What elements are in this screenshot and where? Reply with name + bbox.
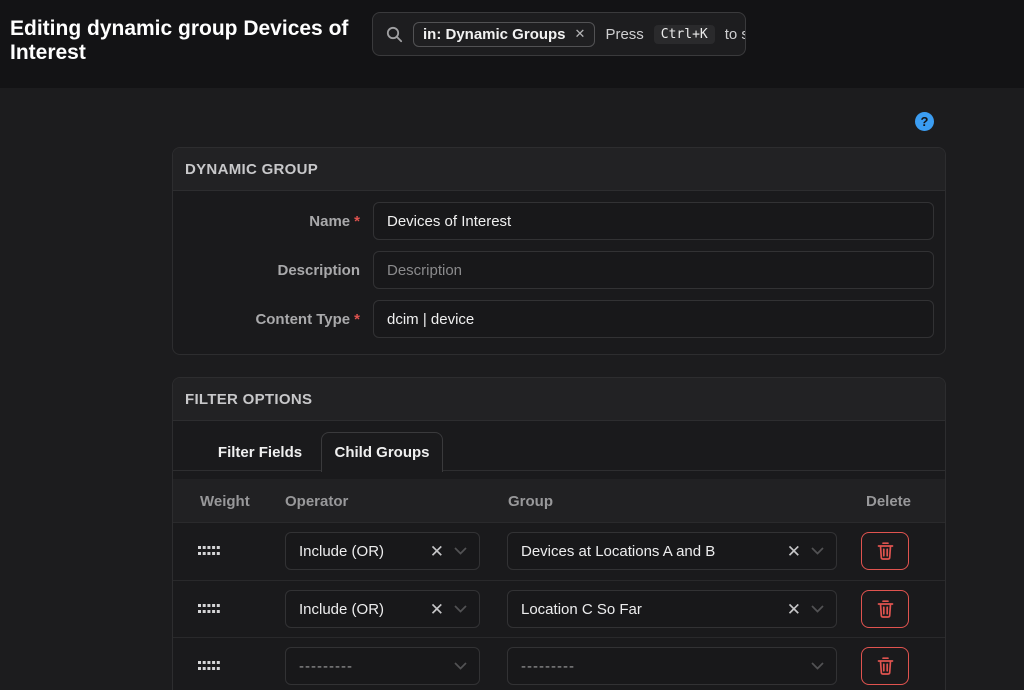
chevron-down-icon[interactable] — [811, 605, 824, 613]
search-icon — [386, 26, 403, 43]
page-title: Editing dynamic group Devices of Interes… — [10, 17, 366, 64]
search-filter-tag[interactable]: in: Dynamic Groups ✕ — [413, 22, 595, 47]
clear-selection-icon[interactable]: ✕ — [430, 601, 444, 618]
group-select[interactable]: --------- — [507, 647, 837, 685]
dynamic-group-panel-title: DYNAMIC GROUP — [173, 148, 945, 191]
drag-handle-icon[interactable] — [198, 661, 220, 672]
delete-row-button[interactable] — [861, 532, 909, 570]
help-icon[interactable]: ? — [915, 112, 934, 131]
content-type-label: Content Type* — [173, 311, 373, 328]
trash-icon — [876, 656, 895, 676]
ctrl-k-shortcut-badge: Ctrl+K — [654, 25, 715, 44]
operator-select-value: Include (OR) — [299, 601, 430, 618]
child-groups-table-header: Weight Operator Group Delete — [173, 479, 945, 523]
group-select-placeholder: --------- — [521, 658, 811, 675]
operator-select[interactable]: Include (OR) ✕ — [285, 532, 480, 570]
clear-selection-icon[interactable]: ✕ — [787, 543, 801, 560]
group-select-value: Location C So Far — [521, 601, 787, 618]
dynamic-group-form: Name* Description Content Type* — [173, 191, 945, 355]
content-type-input[interactable] — [373, 300, 934, 338]
filter-options-panel: FILTER OPTIONS Filter Fields Child Group… — [172, 377, 946, 690]
child-group-row: --------- --------- — [173, 637, 945, 690]
tab-child-groups[interactable]: Child Groups — [321, 432, 443, 472]
trash-icon — [876, 599, 895, 619]
delete-row-button[interactable] — [861, 647, 909, 685]
operator-select[interactable]: Include (OR) ✕ — [285, 590, 480, 628]
delete-row-button[interactable] — [861, 590, 909, 628]
trash-icon — [876, 541, 895, 561]
column-header-weight: Weight — [200, 479, 250, 523]
clear-selection-icon[interactable]: ✕ — [430, 543, 444, 560]
filter-options-panel-title: FILTER OPTIONS — [173, 378, 945, 421]
chevron-down-icon[interactable] — [454, 605, 467, 613]
group-select[interactable]: Devices at Locations A and B ✕ — [507, 532, 837, 570]
drag-handle-icon[interactable] — [198, 604, 220, 615]
chevron-down-icon[interactable] — [811, 547, 824, 555]
child-group-row: Include (OR) ✕ Location C So Far ✕ — [173, 580, 945, 637]
operator-select-value: Include (OR) — [299, 543, 430, 560]
filter-tabs: Filter Fields Child Groups — [173, 421, 945, 471]
global-search-input[interactable]: in: Dynamic Groups ✕ Press Ctrl+K to se — [372, 12, 746, 56]
content-type-field-row: Content Type* — [173, 300, 945, 338]
name-input[interactable] — [373, 202, 934, 240]
group-select-value: Devices at Locations A and B — [521, 543, 787, 560]
dynamic-group-panel: DYNAMIC GROUP Name* Description Content … — [172, 147, 946, 355]
description-field-row: Description — [173, 251, 945, 289]
column-header-delete: Delete — [866, 479, 911, 523]
chevron-down-icon[interactable] — [454, 662, 467, 670]
search-hint-suffix: to se — [725, 26, 746, 43]
drag-handle-icon[interactable] — [198, 546, 220, 557]
name-label: Name* — [173, 213, 373, 230]
column-header-group: Group — [508, 479, 553, 523]
name-field-row: Name* — [173, 202, 945, 240]
operator-select[interactable]: --------- — [285, 647, 480, 685]
search-hint-press: Press — [605, 26, 643, 43]
chevron-down-icon[interactable] — [811, 662, 824, 670]
chevron-down-icon[interactable] — [454, 547, 467, 555]
operator-select-placeholder: --------- — [299, 658, 454, 675]
required-asterisk: * — [354, 213, 360, 230]
description-input[interactable] — [373, 251, 934, 289]
tab-filter-fields[interactable]: Filter Fields — [199, 432, 321, 472]
description-label: Description — [173, 262, 373, 279]
clear-selection-icon[interactable]: ✕ — [787, 601, 801, 618]
search-filter-tag-label: in: Dynamic Groups — [423, 26, 566, 43]
group-select[interactable]: Location C So Far ✕ — [507, 590, 837, 628]
required-asterisk: * — [354, 311, 360, 328]
child-group-row: Include (OR) ✕ Devices at Locations A an… — [173, 523, 945, 580]
screen: Editing dynamic group Devices of Interes… — [0, 0, 1024, 690]
top-header: Editing dynamic group Devices of Interes… — [0, 0, 1024, 88]
remove-filter-icon[interactable]: ✕ — [575, 26, 586, 42]
column-header-operator: Operator — [285, 479, 348, 523]
